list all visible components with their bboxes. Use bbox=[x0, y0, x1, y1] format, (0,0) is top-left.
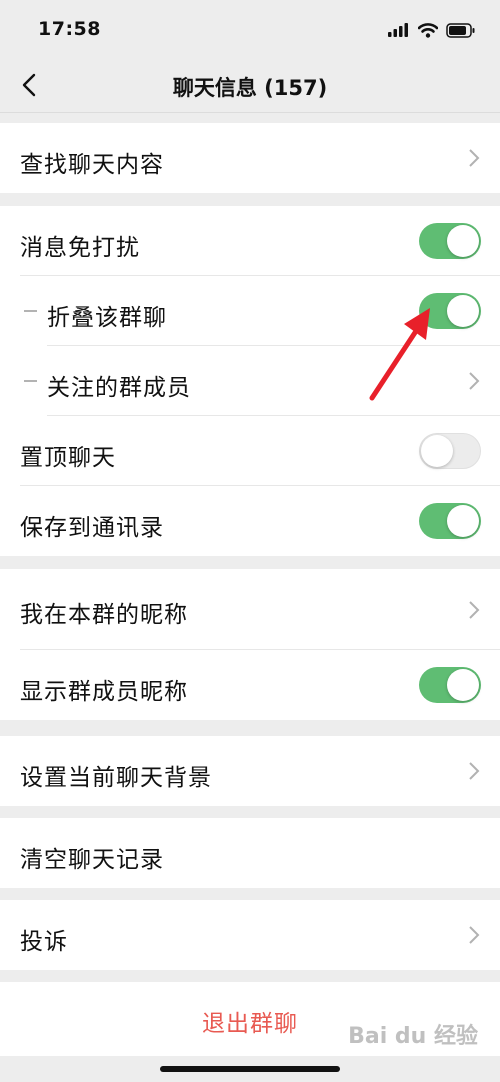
toggle-knob bbox=[421, 434, 453, 467]
clear-chat-history-row[interactable]: 清空聊天记录 bbox=[0, 818, 500, 888]
toggle-knob bbox=[447, 505, 479, 537]
chevron-right-icon bbox=[469, 926, 480, 944]
set-chat-background-label: 设置当前聊天背景 bbox=[20, 765, 212, 791]
save-to-contacts-label: 保存到通讯录 bbox=[20, 515, 164, 541]
show-member-nicknames-toggle[interactable] bbox=[419, 667, 481, 703]
status-time: 17:58 bbox=[38, 18, 101, 40]
chevron-right-icon bbox=[469, 372, 480, 390]
sub-item-dash bbox=[24, 310, 37, 312]
toggle-knob bbox=[447, 225, 479, 257]
status-icons bbox=[388, 20, 476, 40]
pin-chat-label: 置顶聊天 bbox=[20, 445, 116, 471]
do-not-disturb-toggle[interactable] bbox=[419, 223, 481, 259]
battery-icon bbox=[446, 22, 475, 38]
group-search: 查找聊天内容 bbox=[0, 123, 500, 193]
toggle-knob bbox=[447, 295, 479, 327]
do-not-disturb-label: 消息免打扰 bbox=[20, 235, 140, 261]
group-complain: 投诉 bbox=[0, 900, 500, 970]
status-bar: 17:58 bbox=[0, 0, 500, 58]
clear-chat-history-label: 清空聊天记录 bbox=[20, 847, 164, 873]
pin-chat-toggle[interactable] bbox=[419, 433, 481, 469]
search-chat-content-label: 查找聊天内容 bbox=[20, 152, 164, 178]
page-title: 聊天信息 (157) bbox=[172, 76, 328, 100]
watermark-logo: Bai du 经验 bbox=[348, 1024, 478, 1049]
set-chat-background-row[interactable]: 设置当前聊天背景 bbox=[0, 736, 500, 806]
save-to-contacts-toggle[interactable] bbox=[419, 503, 481, 539]
signal-icon bbox=[388, 23, 408, 37]
my-group-nickname-row[interactable]: 我在本群的昵称 bbox=[0, 569, 500, 650]
toggle-knob bbox=[447, 669, 479, 701]
wifi-icon bbox=[418, 22, 438, 38]
followed-members-label: 关注的群成员 bbox=[47, 375, 191, 401]
pin-chat-row: 置顶聊天 bbox=[0, 416, 500, 486]
show-member-nicknames-row: 显示群成员昵称 bbox=[0, 650, 500, 720]
chevron-right-icon bbox=[469, 149, 480, 167]
chevron-right-icon bbox=[469, 762, 480, 780]
home-indicator[interactable] bbox=[160, 1066, 340, 1072]
sub-item-dash bbox=[24, 380, 37, 382]
group-background: 设置当前聊天背景 bbox=[0, 736, 500, 806]
group-clear: 清空聊天记录 bbox=[0, 818, 500, 888]
show-member-nicknames-label: 显示群成员昵称 bbox=[20, 679, 188, 705]
search-chat-content-row[interactable]: 查找聊天内容 bbox=[0, 123, 500, 193]
chevron-right-icon bbox=[469, 601, 480, 619]
nav-bar: 聊天信息 (157) bbox=[0, 58, 500, 113]
do-not-disturb-row: 消息免打扰 bbox=[0, 206, 500, 276]
my-group-nickname-label: 我在本群的昵称 bbox=[20, 602, 188, 628]
complain-row[interactable]: 投诉 bbox=[0, 900, 500, 970]
save-to-contacts-row: 保存到通讯录 bbox=[0, 486, 500, 556]
fold-chat-label: 折叠该群聊 bbox=[47, 305, 167, 331]
annotation-arrow-icon bbox=[369, 308, 430, 401]
group-nicknames: 我在本群的昵称 显示群成员昵称 bbox=[0, 569, 500, 720]
complain-label: 投诉 bbox=[20, 929, 68, 955]
